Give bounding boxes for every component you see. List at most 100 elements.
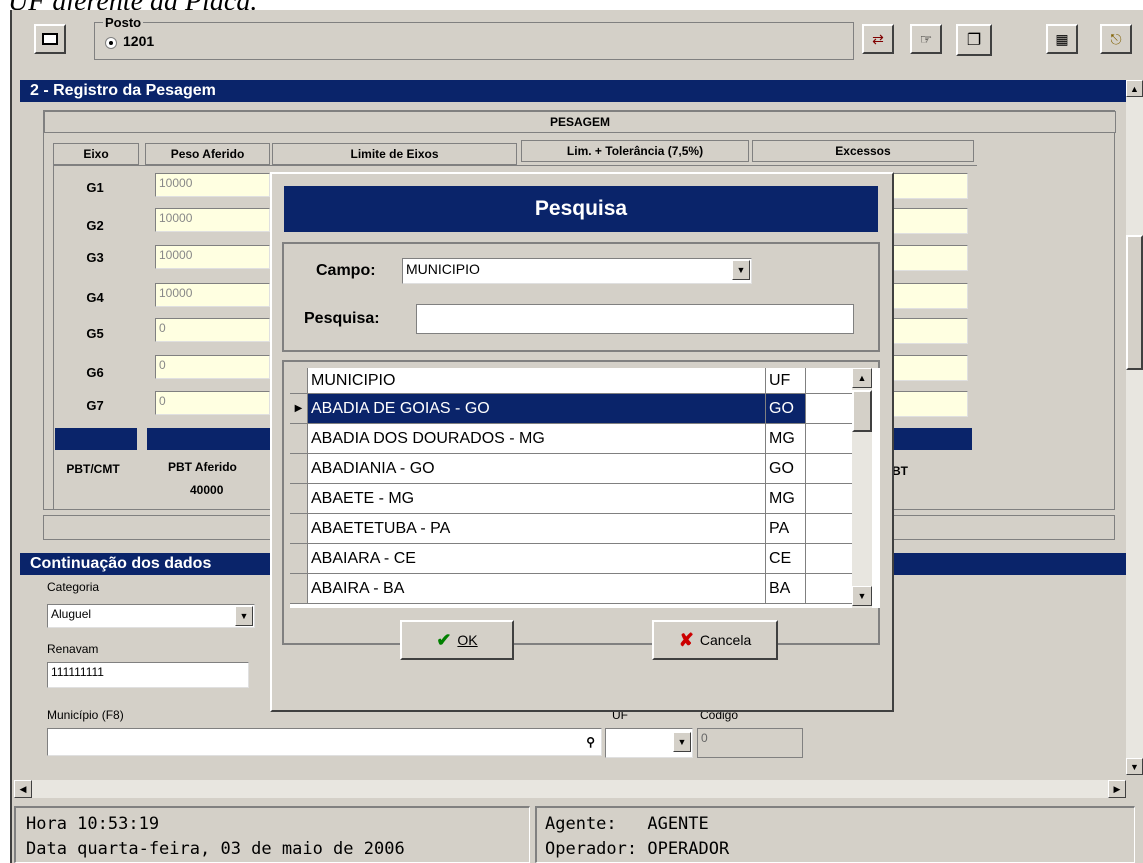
ok-label: OK bbox=[457, 632, 478, 648]
result-municipio: ABAIARA - CE bbox=[308, 544, 766, 573]
col-limite-eixos: Limite de Eixos bbox=[272, 143, 517, 165]
peso-field-g6[interactable]: 0 bbox=[155, 355, 270, 379]
uf-dropdown-icon[interactable]: ▼ bbox=[673, 732, 691, 752]
status-agente: Agente: AGENTE bbox=[545, 814, 709, 834]
result-row[interactable]: ABADIA DOS DOURADOS - MG MG bbox=[290, 424, 853, 454]
header-indicator bbox=[290, 368, 308, 393]
pbt-bar-mid bbox=[147, 428, 272, 450]
result-uf: MG bbox=[766, 484, 806, 513]
result-uf: MG bbox=[766, 424, 806, 453]
pbt-aferido-value: 40000 bbox=[190, 483, 224, 497]
binoculars-icon[interactable]: ⚲ bbox=[586, 735, 595, 749]
campo-label: Campo: bbox=[316, 262, 376, 279]
excesso-field-g3[interactable] bbox=[886, 245, 968, 271]
results-scroll-up-icon[interactable]: ▲ bbox=[852, 368, 872, 388]
pbt-bar-left bbox=[55, 428, 137, 450]
status-left: Hora 10:53:19 Data quarta-feira, 03 de m… bbox=[14, 806, 530, 863]
col-lim-tolerancia: Lim. + Tolerância (7,5%) bbox=[521, 140, 749, 162]
group-label-g7: G7 bbox=[86, 398, 104, 413]
status-hora: Hora 10:53:19 bbox=[26, 814, 160, 834]
scroll-right-icon[interactable]: ▶ bbox=[1108, 780, 1126, 798]
col-uf-header[interactable]: UF bbox=[766, 368, 806, 393]
calculator-button[interactable]: ▦ bbox=[1046, 24, 1078, 54]
result-municipio: ABAETETUBA - PA bbox=[308, 514, 766, 543]
col-excessos: Excessos bbox=[752, 140, 974, 162]
transfer-button[interactable]: ⇄ bbox=[862, 24, 894, 54]
result-uf: PA bbox=[766, 514, 806, 543]
windows-icon: ❐ bbox=[966, 32, 982, 49]
municipio-field[interactable]: ⚲ bbox=[47, 728, 602, 756]
col-peso-aferido: Peso Aferido bbox=[145, 143, 270, 165]
excesso-field-g6[interactable] bbox=[886, 355, 968, 381]
scroll-up-icon[interactable]: ▲ bbox=[1126, 80, 1143, 97]
dialog-results-panel: MUNICIPIO UF ▶ ABADIA DE GOIAS - GO GO A… bbox=[282, 360, 880, 660]
pesquisa-input[interactable] bbox=[416, 304, 854, 334]
excesso-field-g2[interactable] bbox=[886, 208, 968, 234]
transfer-icon: ⇄ bbox=[872, 30, 884, 47]
peso-field-g4[interactable]: 10000 bbox=[155, 283, 270, 307]
excesso-field-g5[interactable] bbox=[886, 318, 968, 344]
horizontal-scrollbar[interactable]: ◀ ▶ bbox=[14, 780, 1126, 798]
status-operador: Operador: OPERADOR bbox=[545, 839, 730, 859]
result-uf: GO bbox=[766, 454, 806, 483]
result-row[interactable]: ABAETETUBA - PA PA bbox=[290, 514, 853, 544]
cancel-label: Cancela bbox=[699, 632, 752, 648]
dialog-title-bar: Pesquisa bbox=[282, 184, 880, 234]
categoria-value: Aluguel bbox=[51, 607, 92, 621]
peso-field-g1[interactable]: 10000 bbox=[155, 173, 270, 197]
exit-icon: ⎋ bbox=[1110, 30, 1122, 47]
pbt-cmt-label: PBT/CMT bbox=[66, 462, 120, 476]
col-municipio-header[interactable]: MUNICIPIO bbox=[308, 368, 766, 393]
exit-button[interactable]: ⎋ bbox=[1100, 24, 1132, 54]
row-selected-icon: ▶ bbox=[290, 394, 308, 423]
key-button[interactable]: ☞ bbox=[910, 24, 942, 54]
group-label-g6: G6 bbox=[86, 365, 104, 380]
posto-radio[interactable] bbox=[105, 37, 117, 49]
pbt-right-label: BT bbox=[892, 464, 908, 478]
campo-select[interactable]: MUNICIPIO ▼ bbox=[402, 258, 752, 284]
categoria-dropdown-icon[interactable]: ▼ bbox=[235, 606, 253, 626]
peso-field-g7[interactable]: 0 bbox=[155, 391, 270, 415]
group-label-g5: G5 bbox=[86, 326, 104, 341]
result-row[interactable]: ▶ ABADIA DE GOIAS - GO GO bbox=[290, 394, 853, 424]
group-label-g2: G2 bbox=[86, 218, 104, 233]
scroll-down-icon[interactable]: ▼ bbox=[1126, 758, 1143, 775]
excesso-field-g7[interactable] bbox=[886, 391, 968, 417]
result-row[interactable]: ABAETE - MG MG bbox=[290, 484, 853, 514]
posto-label: Posto bbox=[103, 15, 144, 30]
peso-field-g3[interactable]: 10000 bbox=[155, 245, 270, 269]
uf-select[interactable]: ▼ bbox=[605, 728, 693, 758]
result-row[interactable]: ABAIARA - CE CE bbox=[290, 544, 853, 574]
pbt-aferido-label: PBT Aferido bbox=[168, 460, 237, 474]
results-scroll-down-icon[interactable]: ▼ bbox=[852, 586, 872, 606]
scroll-thumb[interactable] bbox=[1126, 235, 1143, 370]
monitor-button[interactable] bbox=[34, 24, 66, 54]
excesso-field-g1[interactable] bbox=[886, 173, 968, 199]
results-header-row: MUNICIPIO UF bbox=[290, 368, 853, 394]
renavam-field[interactable]: 111111111 bbox=[47, 662, 249, 688]
section-registro-title: 2 - Registro da Pesagem bbox=[20, 80, 1126, 102]
peso-field-g2[interactable]: 10000 bbox=[155, 208, 270, 232]
peso-field-g5[interactable]: 0 bbox=[155, 318, 270, 342]
pesquisa-label: Pesquisa: bbox=[304, 310, 380, 327]
toolbar: Posto 1201 ⇄ ☞ ❐ ▦ ⎋ bbox=[12, 14, 1143, 72]
windows-button[interactable]: ❐ bbox=[956, 24, 992, 56]
results-scrollbar[interactable]: ▲ ▼ bbox=[852, 368, 872, 608]
status-data: Data quarta-feira, 03 de maio de 2006 bbox=[26, 839, 405, 859]
results-scroll-thumb[interactable] bbox=[852, 390, 872, 432]
categoria-label: Categoria bbox=[47, 580, 100, 594]
result-row[interactable]: ABAIRA - BA BA bbox=[290, 574, 853, 604]
categoria-select[interactable]: Aluguel ▼ bbox=[47, 604, 255, 628]
calculator-icon: ▦ bbox=[1055, 30, 1069, 47]
scroll-left-icon[interactable]: ◀ bbox=[14, 780, 32, 798]
vertical-scrollbar[interactable]: ▲ ▼ bbox=[1126, 80, 1143, 775]
result-row[interactable]: ABADIANIA - GO GO bbox=[290, 454, 853, 484]
excesso-field-g4[interactable] bbox=[886, 283, 968, 309]
cancel-button[interactable]: ✘ Cancela bbox=[652, 620, 778, 660]
pesquisa-dialog: Pesquisa Campo: MUNICIPIO ▼ Pesquisa: MU… bbox=[270, 172, 894, 712]
ok-button[interactable]: ✔ OK bbox=[400, 620, 514, 660]
monitor-icon bbox=[42, 33, 58, 45]
result-municipio: ABADIA DOS DOURADOS - MG bbox=[308, 424, 766, 453]
campo-dropdown-icon[interactable]: ▼ bbox=[732, 260, 750, 280]
check-icon: ✔ bbox=[436, 629, 452, 650]
